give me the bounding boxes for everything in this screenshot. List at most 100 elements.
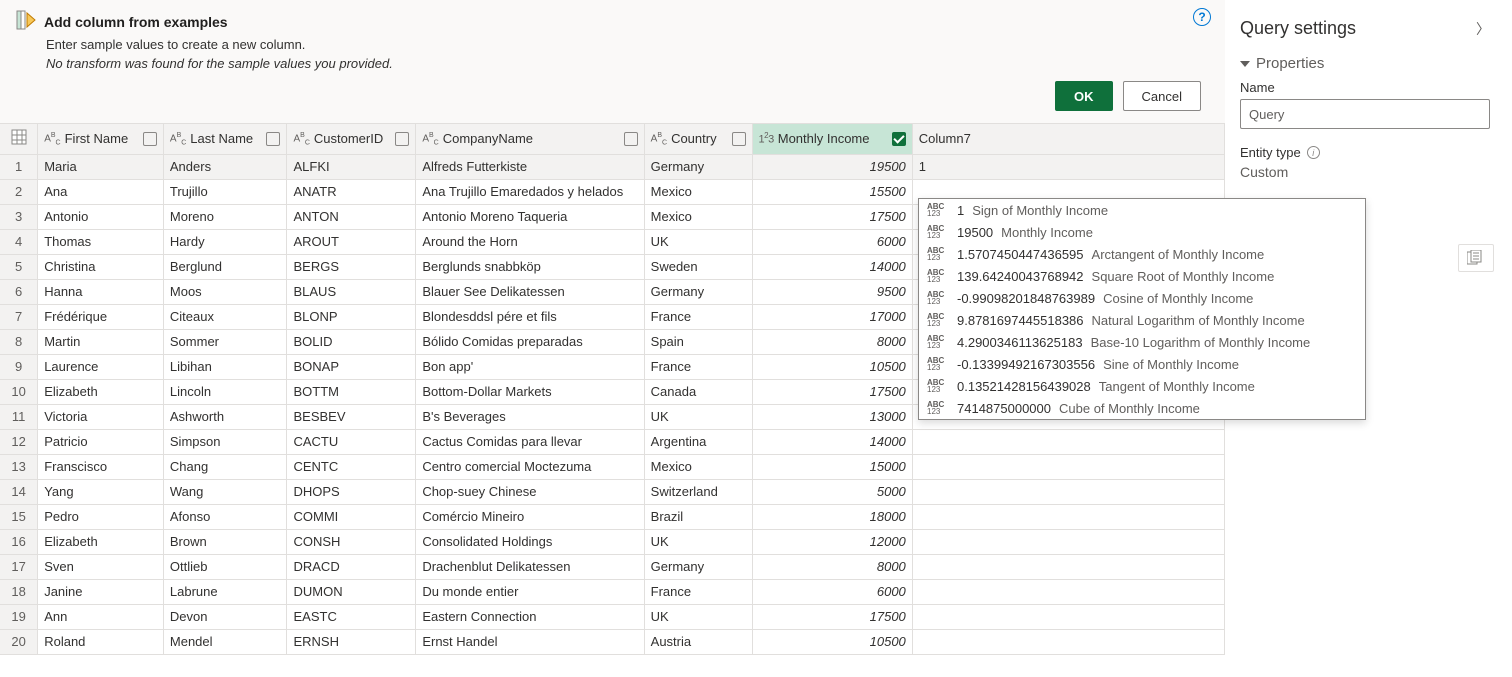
cell[interactable]: BOLID [287,329,416,354]
row-number[interactable]: 17 [0,554,38,579]
cell[interactable]: Hanna [38,279,164,304]
row-number[interactable]: 10 [0,379,38,404]
help-icon[interactable]: ? [1193,8,1211,26]
cell[interactable]: Chop-suey Chinese [416,479,644,504]
cell[interactable]: Sven [38,554,164,579]
example-input-cell[interactable] [912,554,1224,579]
suggestion-item[interactable]: ABC123139.64240043768942 Square Root of … [919,265,1365,287]
cell[interactable]: Mendel [163,629,287,654]
ok-button[interactable]: OK [1055,81,1113,111]
cell[interactable]: CENTC [287,454,416,479]
applied-steps-icon[interactable] [1458,244,1494,272]
row-number[interactable]: 11 [0,404,38,429]
cell[interactable]: Franscisco [38,454,164,479]
cell[interactable]: Consolidated Holdings [416,529,644,554]
cell[interactable]: Lincoln [163,379,287,404]
cell[interactable]: Moos [163,279,287,304]
cell[interactable]: Du monde entier [416,579,644,604]
cell[interactable]: Janine [38,579,164,604]
suggestion-item[interactable]: ABC1231 Sign of Monthly Income [919,199,1365,221]
suggestion-item[interactable]: ABC12319500 Monthly Income [919,221,1365,243]
cell[interactable]: Berglunds snabbköp [416,254,644,279]
cell[interactable]: Drachenblut Delikatessen [416,554,644,579]
table-row[interactable]: 12PatricioSimpsonCACTUCactus Comidas par… [0,429,1225,454]
column-checkbox[interactable] [732,132,746,146]
cell[interactable]: Labrune [163,579,287,604]
cell[interactable]: Germany [644,279,752,304]
cell[interactable]: Victoria [38,404,164,429]
cell[interactable]: Citeaux [163,304,287,329]
column-checkbox[interactable] [266,132,280,146]
cell[interactable]: Blauer See Delikatessen [416,279,644,304]
example-input-cell[interactable] [912,454,1224,479]
row-number[interactable]: 13 [0,454,38,479]
column-checkbox[interactable] [395,132,409,146]
row-number[interactable]: 2 [0,179,38,204]
example-input-cell[interactable] [912,604,1224,629]
cell[interactable]: UK [644,404,752,429]
income-cell[interactable]: 17500 [752,604,912,629]
row-number[interactable]: 7 [0,304,38,329]
example-input-cell[interactable] [912,479,1224,504]
row-number[interactable]: 18 [0,579,38,604]
table-row[interactable]: 15PedroAfonsoCOMMIComércio MineiroBrazil… [0,504,1225,529]
suggestion-item[interactable]: ABC1237414875000000 Cube of Monthly Inco… [919,397,1365,419]
cell[interactable]: EASTC [287,604,416,629]
income-cell[interactable]: 19500 [752,154,912,179]
column-header-column7[interactable]: Column7 [912,124,1224,154]
cell[interactable]: Canada [644,379,752,404]
row-number[interactable]: 16 [0,529,38,554]
cell[interactable]: BOTTM [287,379,416,404]
cell[interactable]: Antonio Moreno Taqueria [416,204,644,229]
cell[interactable]: Moreno [163,204,287,229]
cell[interactable]: ALFKI [287,154,416,179]
cell[interactable]: Around the Horn [416,229,644,254]
cell[interactable]: BLAUS [287,279,416,304]
cell[interactable]: Austria [644,629,752,654]
cell[interactable]: Mexico [644,454,752,479]
cell[interactable]: Chang [163,454,287,479]
query-name-input[interactable] [1240,99,1490,129]
cell[interactable]: Maria [38,154,164,179]
example-input-cell[interactable] [912,629,1224,654]
row-number[interactable]: 8 [0,329,38,354]
row-number[interactable]: 1 [0,154,38,179]
cell[interactable]: Berglund [163,254,287,279]
cell[interactable]: DHOPS [287,479,416,504]
income-cell[interactable]: 9500 [752,279,912,304]
cell[interactable]: Devon [163,604,287,629]
cell[interactable]: Sommer [163,329,287,354]
cell[interactable]: Blondesddsl pére et fils [416,304,644,329]
cell[interactable]: Hardy [163,229,287,254]
example-input-cell[interactable] [912,579,1224,604]
suggestion-dropdown[interactable]: ABC1231 Sign of Monthly IncomeABC1231950… [918,198,1366,420]
row-number[interactable]: 12 [0,429,38,454]
cell[interactable]: AROUT [287,229,416,254]
example-input-cell[interactable] [912,504,1224,529]
column-checkbox[interactable] [624,132,638,146]
income-cell[interactable]: 8000 [752,554,912,579]
cell[interactable]: France [644,304,752,329]
cell[interactable]: ANTON [287,204,416,229]
cancel-button[interactable]: Cancel [1123,81,1201,111]
suggestion-item[interactable]: ABC123-0.13399492167303556 Sine of Month… [919,353,1365,375]
income-cell[interactable]: 18000 [752,504,912,529]
cell[interactable]: Ernst Handel [416,629,644,654]
suggestion-item[interactable]: ABC1230.13521428156439028 Tangent of Mon… [919,375,1365,397]
income-cell[interactable]: 14000 [752,429,912,454]
example-input-cell[interactable] [912,429,1224,454]
row-number-header[interactable] [0,124,38,154]
row-number[interactable]: 14 [0,479,38,504]
cell[interactable]: Elizabeth [38,379,164,404]
cell[interactable]: Yang [38,479,164,504]
properties-section[interactable]: Properties [1240,55,1490,72]
cell[interactable]: Brazil [644,504,752,529]
collapse-panel-icon[interactable]: 〉 [1476,19,1490,39]
cell[interactable]: UK [644,529,752,554]
cell[interactable]: Antonio [38,204,164,229]
cell[interactable]: CONSH [287,529,416,554]
column-header-last-name[interactable]: ABCLast Name [163,124,287,154]
cell[interactable]: Spain [644,329,752,354]
cell[interactable]: Germany [644,154,752,179]
cell[interactable]: Patricio [38,429,164,454]
